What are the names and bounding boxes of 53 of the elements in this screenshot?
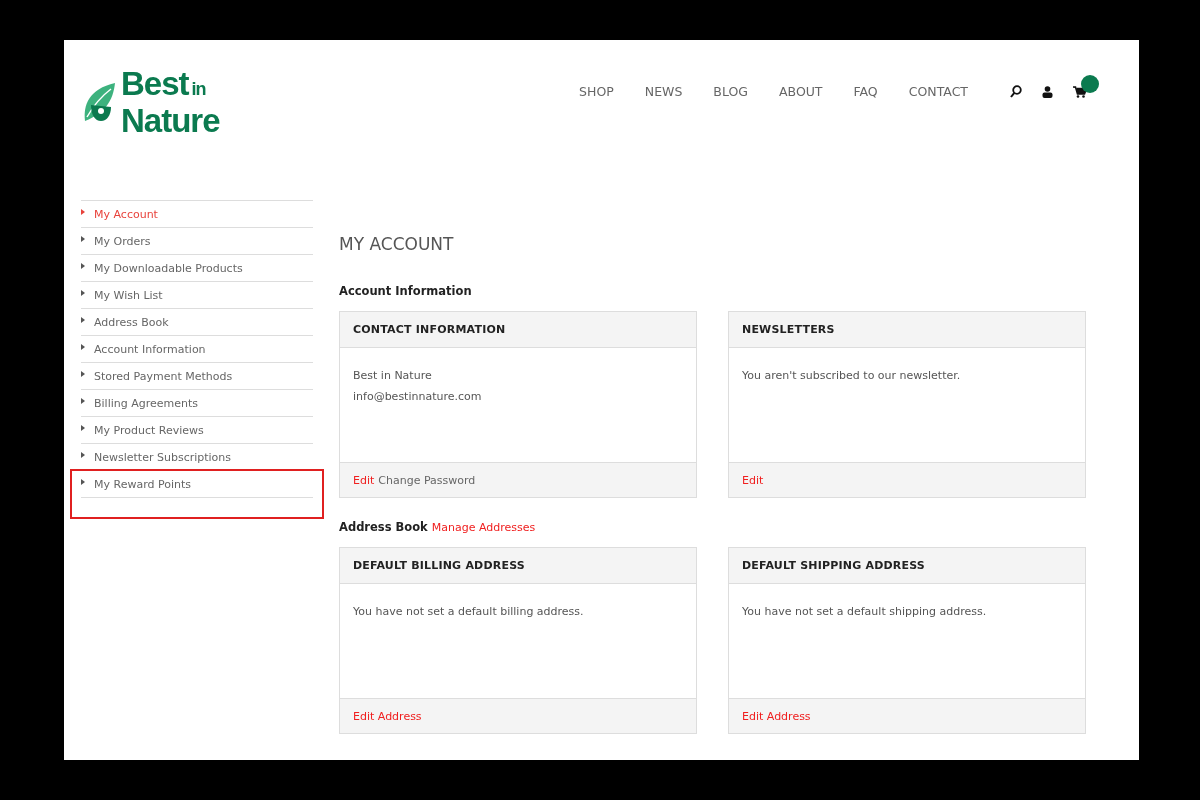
sidebar-link[interactable]: Newsletter Subscriptions	[81, 444, 313, 471]
caret-icon	[81, 263, 85, 269]
card-text: You have not set a default billing address.	[353, 605, 585, 618]
nav-link[interactable]: NEWS	[644, 84, 683, 99]
user-icon[interactable]	[1042, 85, 1053, 98]
page-title: MY ACCOUNT	[339, 234, 455, 254]
nav-link[interactable]: CONTACT	[908, 84, 968, 99]
caret-icon	[81, 209, 85, 215]
caret-icon	[81, 452, 85, 458]
card-title: CONTACT INFORMATION	[340, 312, 696, 348]
card-title: DEFAULT SHIPPING ADDRESS	[729, 548, 1085, 584]
sidebar-link[interactable]: My Product Reviews	[81, 417, 313, 444]
search-icon[interactable]	[1010, 85, 1022, 98]
section-link[interactable]: Manage Addresses	[431, 521, 536, 534]
caret-icon	[81, 398, 85, 404]
card-link[interactable]: Change Password	[378, 473, 476, 487]
caret-icon	[81, 317, 85, 323]
section-title: Address Book	[339, 520, 428, 534]
nav-link[interactable]: FAQ	[853, 84, 878, 99]
cart-icon[interactable]	[1073, 85, 1087, 98]
card-text: info@bestinnature.com	[353, 390, 483, 403]
logo-text: Best	[121, 68, 189, 99]
logo-text: in	[191, 78, 206, 101]
sidebar-link[interactable]: Stored Payment Methods	[81, 363, 313, 390]
section-title: Account Information	[339, 284, 472, 298]
logo-text: Nature	[121, 105, 220, 136]
nav-link[interactable]: ABOUT	[778, 84, 823, 99]
card-link[interactable]: Edit Address	[742, 709, 811, 723]
card-text: You have not set a default shipping address.	[742, 605, 988, 618]
card-text: Best in Nature	[353, 369, 433, 382]
card-text: You aren't subscribed to our newsletter.	[742, 369, 962, 382]
caret-icon	[81, 290, 85, 296]
card-title: DEFAULT BILLING ADDRESS	[340, 548, 696, 584]
sidebar-link[interactable]: My Wish List	[81, 282, 313, 309]
card-link[interactable]: Edit Address	[353, 709, 422, 723]
cart-badge	[1081, 75, 1099, 93]
sidebar-link[interactable]: Address Book	[81, 309, 313, 336]
sidebar-link[interactable]: My Account	[81, 201, 313, 228]
nav-link[interactable]: BLOG	[713, 84, 748, 99]
sidebar-link[interactable]: My Downloadable Products	[81, 255, 313, 282]
sidebar-link[interactable]: Billing Agreements	[81, 390, 313, 417]
sidebar-link[interactable]: My Reward Points	[81, 471, 313, 498]
card-link[interactable]: Edit	[353, 473, 375, 487]
sidebar-link[interactable]: Account Information	[81, 336, 313, 363]
card-title: NEWSLETTERS	[729, 312, 1085, 348]
nav-link[interactable]: SHOP	[579, 84, 614, 99]
card-link[interactable]: Edit	[742, 473, 764, 487]
caret-icon	[81, 479, 85, 485]
caret-icon	[81, 425, 85, 431]
sidebar-link[interactable]: My Orders	[81, 228, 313, 255]
caret-icon	[81, 371, 85, 377]
caret-icon	[81, 236, 85, 242]
caret-icon	[81, 344, 85, 350]
